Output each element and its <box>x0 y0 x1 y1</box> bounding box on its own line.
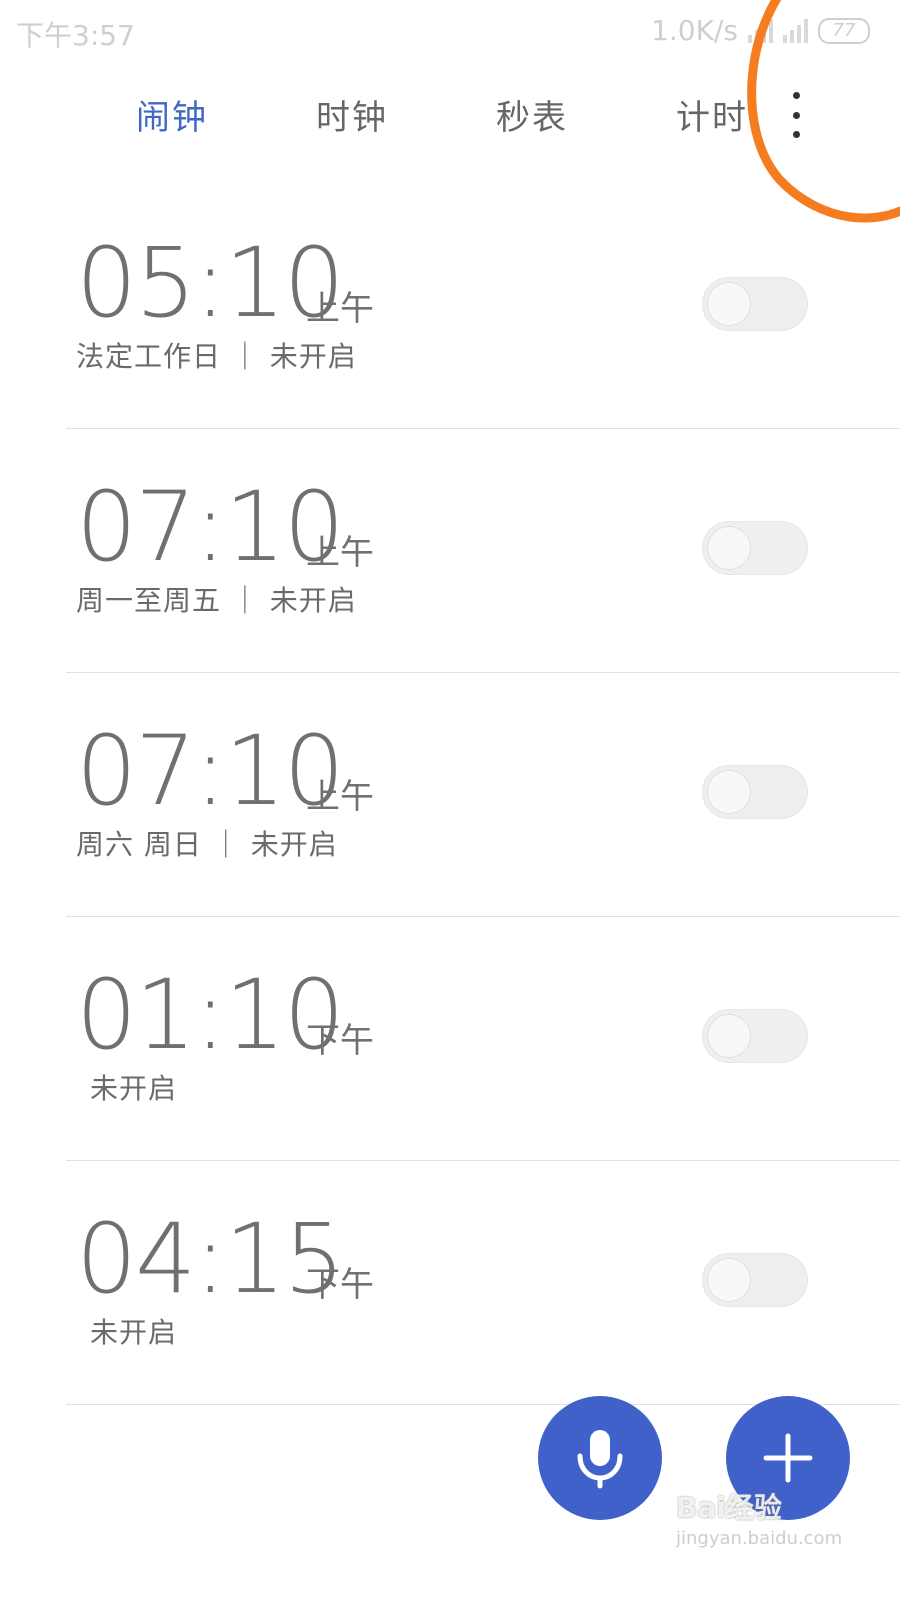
alarm-time: 01:10 <box>76 959 345 1071</box>
battery-icon: 77 <box>818 17 870 44</box>
toggle-knob <box>707 1258 751 1302</box>
alarm-item[interactable]: 07:10 上午 周一至周五 ｜ 未开启 <box>66 429 900 673</box>
alarm-toggle[interactable] <box>702 521 808 575</box>
microphone-icon <box>577 1430 623 1489</box>
alarm-time: 04:15 <box>76 1203 345 1315</box>
tab-stopwatch[interactable]: 秒表 <box>496 90 568 139</box>
alarm-toggle[interactable] <box>702 277 808 331</box>
watermark-logo: Bai经验 <box>676 1491 782 1524</box>
net-speed: 1.0K/s <box>651 14 738 47</box>
alarm-period: 上午 <box>306 289 374 329</box>
status-bar: 下午3:57 1.0K/s 77 <box>0 0 900 60</box>
tab-timer[interactable]: 计时 <box>676 90 748 139</box>
alarm-item[interactable]: 01:10 下午 未开启 <box>66 917 900 1161</box>
tab-alarm[interactable]: 闹钟 <box>136 90 208 139</box>
more-vert-icon[interactable] <box>784 92 808 138</box>
alarm-time: 07:10 <box>76 471 345 583</box>
voice-alarm-button[interactable] <box>538 1396 662 1520</box>
plus-icon <box>763 1433 813 1483</box>
alarm-item[interactable]: 07:10 上午 周六 周日 ｜ 未开启 <box>66 673 900 917</box>
alarm-item[interactable]: 05:10 上午 法定工作日 ｜ 未开启 <box>66 185 900 429</box>
alarm-status: 未开启 <box>90 1316 178 1349</box>
alarm-time: 07:10 <box>76 715 345 827</box>
tab-clock[interactable]: 时钟 <box>316 90 388 139</box>
status-time: 下午3:57 <box>16 19 135 52</box>
alarm-repeat-status: 法定工作日 ｜ 未开启 <box>76 340 357 373</box>
alarm-time: 05:10 <box>76 227 345 339</box>
signal-icon <box>748 18 773 43</box>
alarm-item[interactable]: 04:15 下午 未开启 <box>66 1161 900 1405</box>
alarm-period: 下午 <box>306 1021 374 1061</box>
toggle-knob <box>707 282 751 326</box>
alarm-period: 下午 <box>306 1265 374 1305</box>
tab-bar: 闹钟 时钟 秒表 计时 <box>0 80 900 150</box>
toggle-knob <box>707 770 751 814</box>
status-indicators: 1.0K/s 77 <box>651 14 870 47</box>
alarm-list: 05:10 上午 法定工作日 ｜ 未开启 07:10 上午 周一至周五 ｜ 未开… <box>0 185 900 1405</box>
watermark-url: jingyan.baidu.com <box>676 1528 843 1549</box>
alarm-toggle[interactable] <box>702 765 808 819</box>
alarm-status: 未开启 <box>90 1072 178 1105</box>
alarm-period: 上午 <box>306 777 374 817</box>
alarm-repeat-status: 周六 周日 ｜ 未开启 <box>76 828 338 861</box>
signal-icon-secondary <box>783 18 808 43</box>
alarm-screen: 下午3:57 1.0K/s 77 闹钟 时钟 秒表 计时 05:10 上午 法定… <box>0 0 900 1600</box>
toggle-knob <box>707 1014 751 1058</box>
alarm-repeat-status: 周一至周五 ｜ 未开启 <box>76 584 357 617</box>
alarm-toggle[interactable] <box>702 1009 808 1063</box>
alarm-period: 上午 <box>306 533 374 573</box>
alarm-toggle[interactable] <box>702 1253 808 1307</box>
toggle-knob <box>707 526 751 570</box>
